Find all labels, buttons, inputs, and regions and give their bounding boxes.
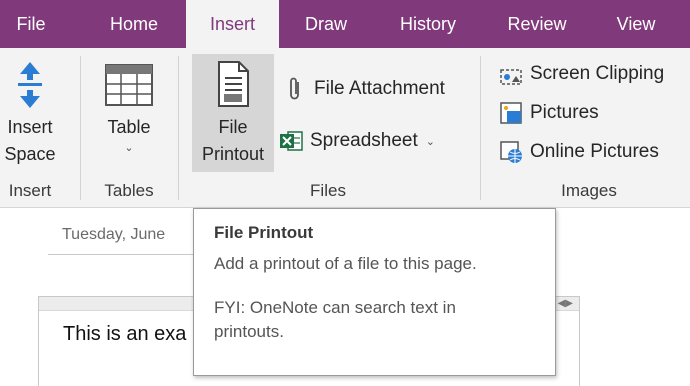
spreadsheet-button[interactable]: Spreadsheet ⌄ xyxy=(278,126,435,156)
file-printout-button[interactable]: File Printout xyxy=(192,54,274,172)
paperclip-icon xyxy=(282,76,308,102)
screen-clipping-label: Screen Clipping xyxy=(530,63,665,84)
table-grid-icon xyxy=(96,56,162,114)
resize-arrows-icon[interactable]: ◀▶ xyxy=(558,297,573,311)
excel-icon xyxy=(278,128,304,154)
tooltip-description: Add a printout of a file to this page. xyxy=(214,254,477,273)
group-label-tables: Tables xyxy=(104,181,154,200)
group-label-files: Files xyxy=(310,181,346,200)
table-label: Table xyxy=(107,117,151,137)
group-label-insert: Insert xyxy=(8,181,52,200)
tooltip: File Printout Add a printout of a file t… xyxy=(193,208,556,376)
group-separator xyxy=(80,56,81,200)
insert-space-label-line1: Insert xyxy=(7,117,53,137)
tab-review[interactable]: Review xyxy=(492,0,582,48)
spreadsheet-label: Spreadsheet xyxy=(310,130,418,151)
screen-clipping-icon xyxy=(498,61,524,87)
tab-history[interactable]: History xyxy=(382,0,474,48)
insert-space-button[interactable]: Insert Space xyxy=(0,56,60,176)
file-attachment-label: File Attachment xyxy=(314,78,445,99)
online-pictures-icon xyxy=(498,139,524,165)
online-pictures-label: Online Pictures xyxy=(530,141,659,162)
pictures-button[interactable]: Pictures xyxy=(498,98,599,128)
page-date: Tuesday, June xyxy=(62,226,166,243)
note-text[interactable]: This is an exa xyxy=(63,323,186,346)
file-attachment-button[interactable]: File Attachment xyxy=(282,74,445,104)
tab-home[interactable]: Home xyxy=(94,0,174,48)
screen-clipping-button[interactable]: Screen Clipping xyxy=(498,59,664,89)
file-printout-icon xyxy=(192,54,274,114)
file-printout-label-line2: Printout xyxy=(201,144,265,164)
pictures-label: Pictures xyxy=(530,102,599,123)
tooltip-fyi: FYI: OneNote can search text in printout… xyxy=(214,298,456,341)
pictures-icon xyxy=(498,100,524,126)
title-divider xyxy=(48,254,198,255)
online-pictures-button[interactable]: Online Pictures xyxy=(498,137,659,167)
tooltip-title: File Printout xyxy=(214,223,314,242)
tab-insert[interactable]: Insert xyxy=(186,0,279,48)
chevron-down-icon: ⌄ xyxy=(124,142,134,154)
group-separator xyxy=(178,56,179,200)
ribbon-tab-bar: File Home Insert Draw History Review Vie… xyxy=(0,0,690,48)
chevron-down-icon: ⌄ xyxy=(425,135,435,148)
ribbon-panel: Insert Space Insert Table ⌄ Tables File … xyxy=(0,48,690,208)
table-button[interactable]: Table ⌄ xyxy=(96,56,162,176)
tab-view[interactable]: View xyxy=(600,0,672,48)
group-separator xyxy=(480,56,481,200)
insert-space-label-line2: Space xyxy=(4,144,56,164)
file-printout-label-line1: File xyxy=(218,117,248,137)
tab-draw[interactable]: Draw xyxy=(290,0,362,48)
tab-file[interactable]: File xyxy=(0,0,62,48)
group-label-images: Images xyxy=(561,181,617,200)
insert-space-arrows-icon xyxy=(0,56,60,114)
